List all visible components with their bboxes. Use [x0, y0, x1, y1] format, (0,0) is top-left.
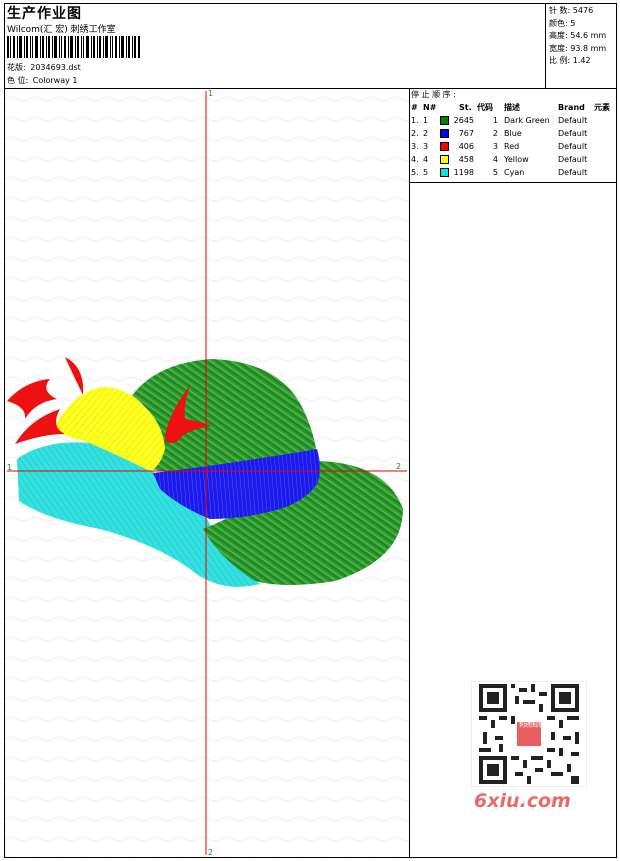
row-brand: Default [558, 168, 588, 177]
table-bottom-line [409, 182, 617, 183]
row-brand: Default [558, 155, 588, 164]
stat-width: 宽度: 93.8 mm [549, 43, 607, 53]
design-file: 花版: 2034693.dst [7, 62, 81, 73]
color-swatch [440, 116, 449, 125]
row-num: 1. [411, 116, 419, 125]
row-st: 458 [458, 155, 474, 164]
stat-height: 高度: 54.6 mm [549, 31, 607, 40]
colorway-label: 色 位: [7, 76, 29, 85]
row-code: 2 [492, 129, 498, 138]
axis-label-right: 2 [396, 462, 402, 471]
row-num: 5. [411, 168, 419, 177]
color-swatch [440, 155, 449, 164]
color-swatch [440, 142, 449, 151]
col-desc: 描述 [504, 103, 520, 112]
table-divider [409, 88, 410, 858]
col-elem: 元素 [594, 103, 610, 112]
watermark-text: 6xiu.com [474, 790, 571, 812]
design-canvas [5, 89, 409, 857]
row-n: 4 [423, 155, 429, 164]
row-st: 767 [458, 129, 474, 138]
row-n: 1 [423, 116, 429, 125]
stamp-text: 刺绣图库 [519, 722, 544, 729]
company-name: Wilcom(汇 宏) 刺绣工作室 [7, 25, 116, 35]
design-label: 花版: [7, 63, 26, 72]
row-n: 2 [423, 129, 429, 138]
stat-scale: 比 例: 1.42 [549, 56, 591, 65]
row-st: 2645 [453, 116, 474, 125]
col-code: 代码 [477, 103, 493, 112]
row-n: 5 [423, 168, 429, 177]
table-row: 2. 2 767 2 Blue Default [410, 128, 616, 140]
row-num: 2. [411, 129, 419, 138]
stats-divider [545, 3, 546, 88]
barcode [7, 36, 140, 58]
table-row: 1. 1 2645 1 Dark Green Default [410, 115, 616, 127]
color-swatch [440, 129, 449, 138]
row-num: 4. [411, 155, 419, 164]
colorway-value: Colorway 1 [32, 76, 78, 85]
table-row: 5. 5 1198 5 Cyan Default [410, 167, 616, 179]
stat-colors: 颜色: 5 [549, 18, 576, 28]
stats-panel: 针 数: 5476 颜色: 5 高度: 54.6 mm 宽度: 93.8 mm … [549, 5, 606, 68]
row-desc: Red [504, 142, 520, 151]
row-desc: Blue [504, 129, 522, 138]
row-brand: Default [558, 142, 588, 151]
color-swatch [440, 168, 449, 177]
row-n: 3 [423, 142, 429, 151]
row-desc: Dark Green [504, 116, 550, 125]
table-title: 停 止 顺 序 : [411, 90, 456, 99]
qr-watermark: 刺绣图库 [471, 681, 587, 787]
colorway: 色 位: Colorway 1 [7, 75, 78, 86]
row-num: 3. [411, 142, 419, 151]
row-code: 5 [492, 168, 498, 177]
axis-label-bottom: 2 [208, 848, 214, 857]
design-value: 2034693.dst [30, 63, 81, 72]
row-desc: Cyan [504, 168, 525, 177]
qr-code [479, 684, 579, 784]
row-code: 3 [492, 142, 498, 151]
row-desc: Yellow [504, 155, 529, 164]
axis-label-top: 1 [208, 89, 214, 98]
col-n: N# [423, 103, 437, 112]
row-st: 406 [458, 142, 474, 151]
table-row: 4. 4 458 4 Yellow Default [410, 154, 616, 166]
col-brand: Brand [558, 103, 585, 112]
row-brand: Default [558, 116, 588, 125]
table-row: 3. 3 406 3 Red Default [410, 141, 616, 153]
table-header: # N# St. 代码 描述 Brand 元素 [410, 102, 616, 114]
row-code: 4 [492, 155, 498, 164]
row-code: 1 [492, 116, 498, 125]
row-brand: Default [558, 129, 588, 138]
page-title: 生产作业图 [7, 6, 82, 22]
col-num: # [411, 103, 418, 112]
row-st: 1198 [453, 168, 474, 177]
stat-stitches: 针 数: 5476 [549, 6, 594, 15]
axis-label-left: 1 [7, 463, 13, 472]
col-st: St. [459, 103, 472, 112]
